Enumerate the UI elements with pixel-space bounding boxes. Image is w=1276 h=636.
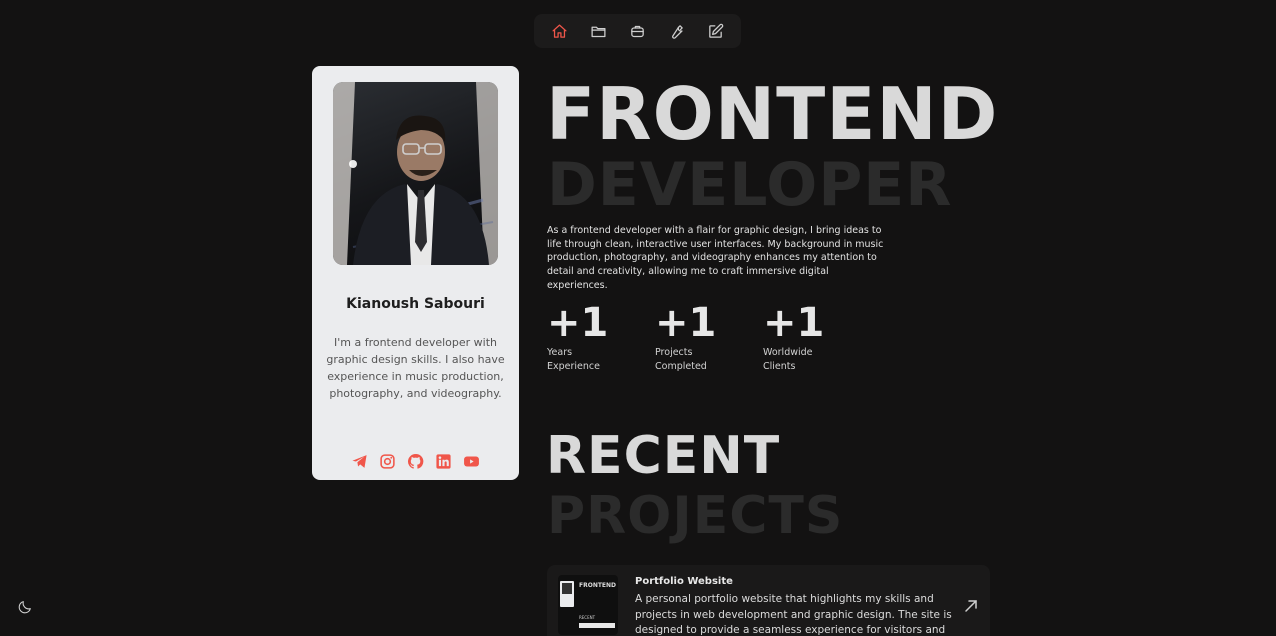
- edit-icon: [709, 23, 724, 38]
- profile-bio: I'm a frontend developer with graphic de…: [326, 336, 505, 400]
- social-links: [312, 452, 519, 470]
- project-card[interactable]: FRONTEND RECENT Portfolio Website A pers…: [547, 565, 990, 636]
- hero-title-line2: DEVELOPER: [547, 150, 953, 220]
- folder-icon: [591, 26, 606, 37]
- thumbnail-bar: [579, 623, 615, 628]
- nav-home-button[interactable]: [546, 17, 574, 45]
- profile-name: Kianoush Sabouri: [346, 296, 485, 312]
- linkedin-icon: [436, 453, 451, 469]
- profile-card: Kianoush Sabouri I'm a frontend develope…: [312, 66, 519, 480]
- stat-value: +1: [547, 300, 609, 346]
- project-thumbnail: FRONTEND RECENT: [558, 575, 618, 635]
- telegram-link[interactable]: [351, 452, 369, 470]
- profile-photo: [333, 82, 498, 265]
- project-link-button[interactable]: [963, 598, 979, 614]
- thumbnail-subtitle: RECENT: [579, 615, 596, 620]
- youtube-link[interactable]: [463, 452, 481, 470]
- nav-experience-button[interactable]: [624, 17, 652, 45]
- portfolio-page: Kianoush Sabouri I'm a frontend develope…: [0, 0, 1276, 636]
- project-description: A personal portfolio website that highli…: [635, 593, 952, 636]
- arrow-up-right-icon: [965, 600, 977, 612]
- thumbnail-card-shape: [560, 581, 574, 607]
- stat-label: Projects Completed: [655, 347, 707, 372]
- moon-icon: [18, 601, 31, 614]
- instagram-link[interactable]: [379, 452, 397, 470]
- nav-contact-button[interactable]: [702, 17, 730, 45]
- youtube-icon: [464, 456, 479, 466]
- recent-title-line2: PROJECTS: [547, 486, 844, 546]
- nav-projects-button[interactable]: [585, 17, 613, 45]
- stat-value: +1: [763, 300, 825, 346]
- briefcase-icon: [631, 25, 644, 37]
- stat-label: Worldwide Clients: [763, 347, 813, 372]
- hero-title-line1: FRONTEND: [546, 72, 999, 156]
- hero-description: As a frontend developer with a flair for…: [547, 225, 884, 291]
- stat-value: +1: [655, 300, 717, 346]
- github-icon: [407, 453, 424, 469]
- github-link[interactable]: [407, 452, 425, 470]
- top-nav: [534, 14, 741, 48]
- stat-experience: +1 Years Experience: [547, 300, 655, 373]
- profile-photo-illustration: [333, 82, 498, 265]
- stat-label: Years Experience: [547, 347, 600, 372]
- theme-toggle-button[interactable]: [17, 599, 35, 617]
- wrench-icon: [672, 24, 683, 39]
- home-icon: [552, 23, 567, 38]
- instagram-icon: [380, 453, 395, 469]
- telegram-icon: [352, 454, 367, 468]
- recent-title-line1: RECENT: [546, 426, 781, 486]
- stats-row: +1 Years Experience +1 Projects Complete…: [547, 300, 871, 373]
- thumbnail-title: FRONTEND: [579, 582, 617, 589]
- linkedin-link[interactable]: [435, 452, 453, 470]
- stat-clients: +1 Worldwide Clients: [763, 300, 871, 373]
- stat-projects: +1 Projects Completed: [655, 300, 763, 373]
- nav-tools-button[interactable]: [663, 17, 691, 45]
- project-title: Portfolio Website: [635, 576, 733, 587]
